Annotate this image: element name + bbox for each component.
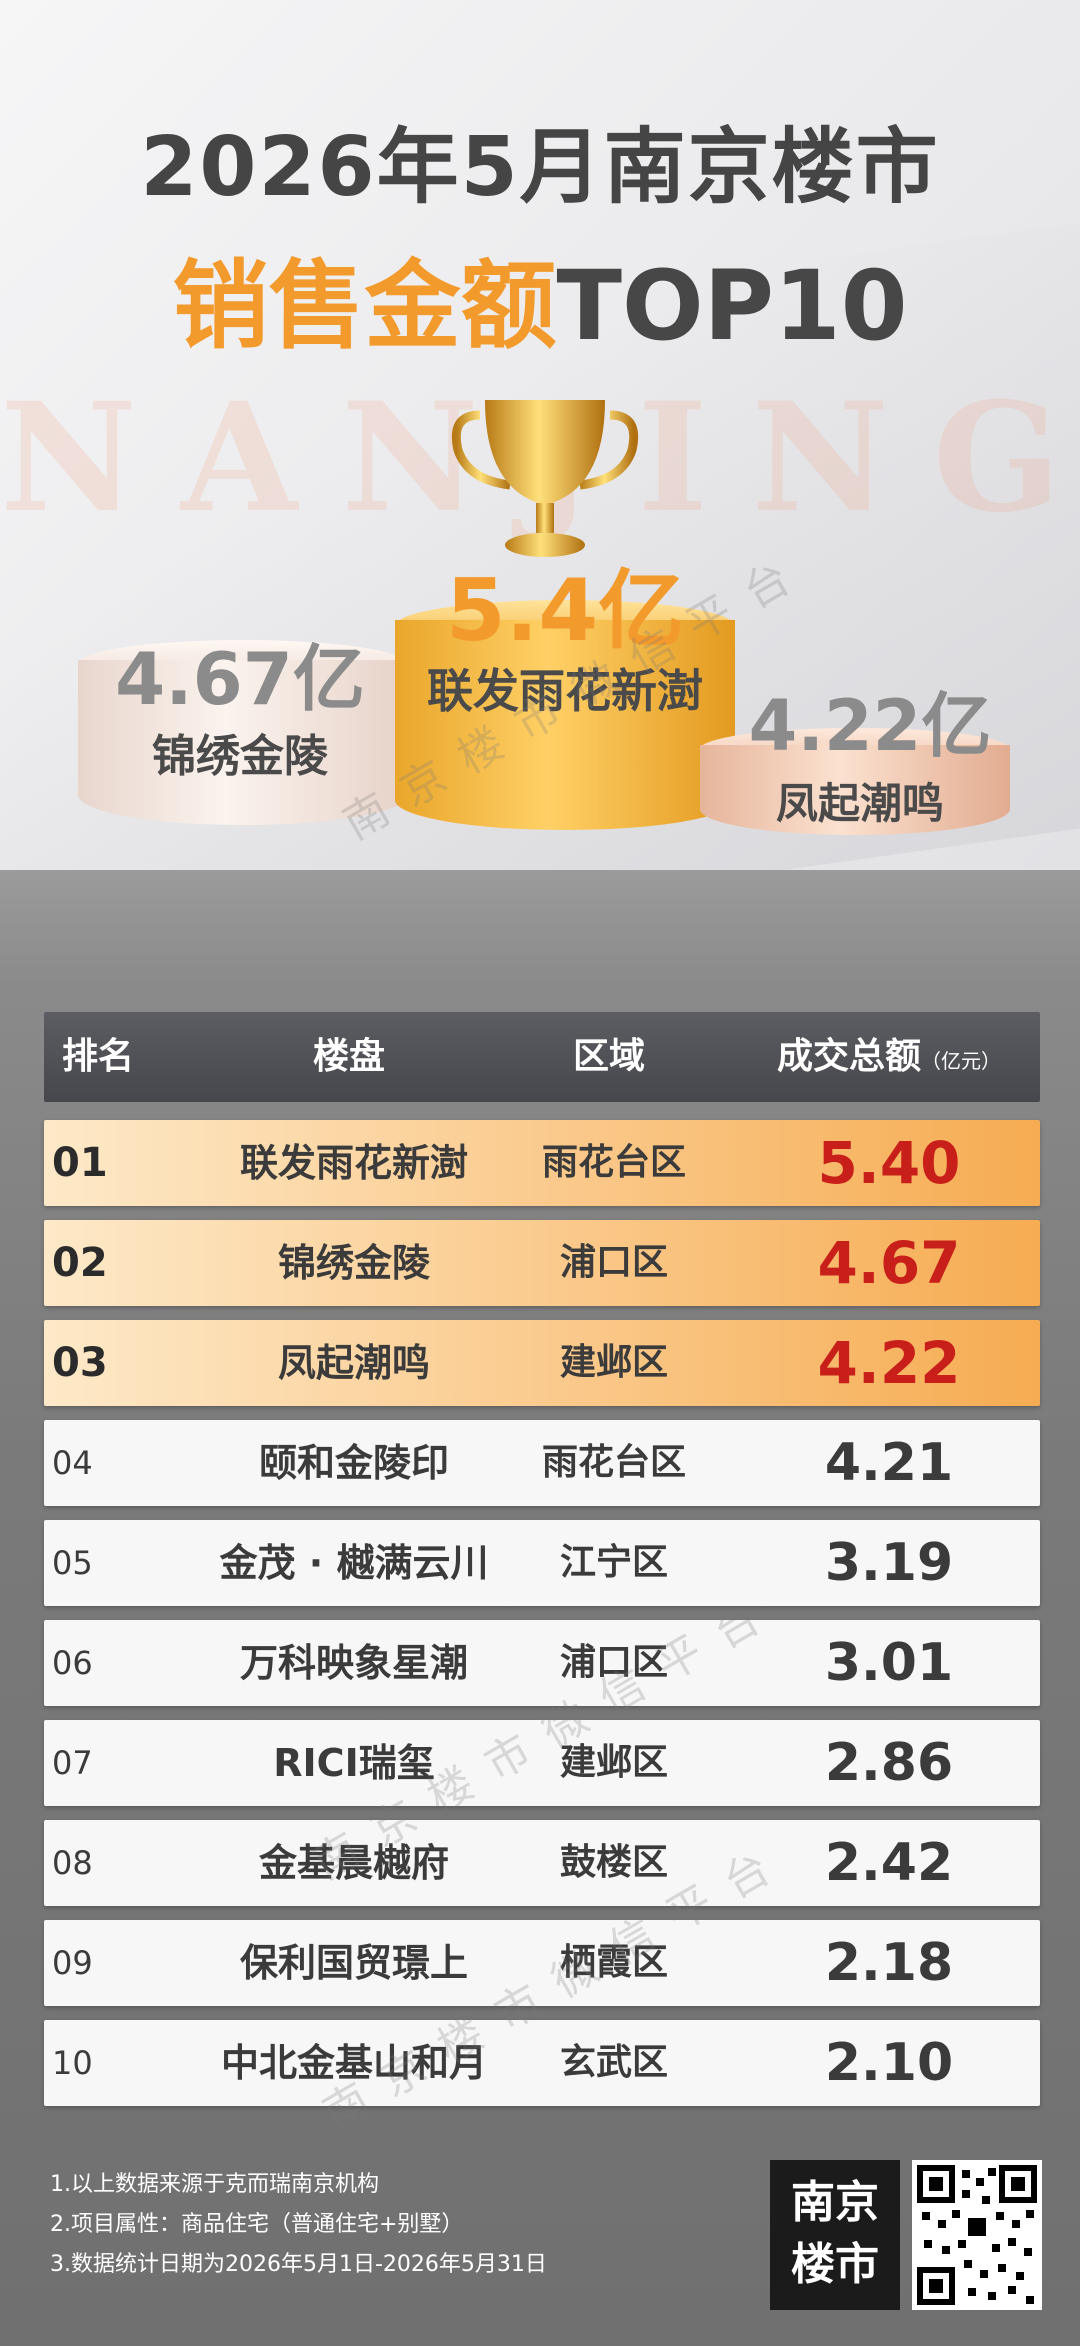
row-area: 浦口区 xyxy=(559,1242,668,1283)
footnote: 1.以上数据来源于克而瑞南京机构 xyxy=(50,2172,379,2197)
table-row: 06 万科映象星潮 浦口区 3.01 xyxy=(44,1620,1040,1706)
logo-line-2: 楼市 xyxy=(791,2239,879,2290)
row-name: 万科映象星潮 xyxy=(239,1641,468,1685)
header-amount: 成交总额（亿元） xyxy=(744,1012,1034,1102)
row-amount: 3.01 xyxy=(824,1633,954,1693)
row-name: 凤起潮鸣 xyxy=(277,1341,430,1385)
hero-section: NANJING 2026年5月南京楼市 销售金额TOP10 4.67亿 锦绣金陵… xyxy=(0,0,1080,870)
row-rank: 05 xyxy=(52,1544,93,1582)
table-row: 01 联发雨花新澍 雨花台区 5.40 xyxy=(44,1120,1040,1206)
row-rank: 03 xyxy=(52,1340,108,1386)
row-name: 颐和金陵印 xyxy=(258,1441,449,1485)
row-area: 雨花台区 xyxy=(541,1142,686,1183)
title-line-2: 销售金额TOP10 xyxy=(0,228,1080,367)
row-name: 锦绣金陵 xyxy=(277,1241,430,1285)
row-amount: 2.10 xyxy=(824,2033,954,2093)
row-rank: 04 xyxy=(52,1444,93,1482)
row-area: 雨花台区 xyxy=(541,1442,686,1483)
row-area: 建邺区 xyxy=(559,1342,668,1383)
second-amount: 4.67亿 xyxy=(115,637,365,721)
table-header: 排名 楼盘 区域 成交总额（亿元） xyxy=(44,1012,1040,1102)
logo-line-1: 南京 xyxy=(791,2177,879,2228)
table-row: 04 颐和金陵印 雨花台区 4.21 xyxy=(44,1420,1040,1506)
header-amount-label: 成交总额 xyxy=(776,1036,921,1077)
title-highlight: 销售金额 xyxy=(172,250,557,362)
row-rank: 07 xyxy=(52,1744,93,1782)
row-amount: 4.21 xyxy=(824,1433,954,1493)
row-name: 金茂 · 樾满云川 xyxy=(219,1541,489,1585)
title-line-1: 2026年5月南京楼市 xyxy=(140,120,940,215)
third-name: 凤起潮鸣 xyxy=(775,779,944,828)
row-rank: 02 xyxy=(52,1240,108,1286)
row-area: 玄武区 xyxy=(559,2042,668,2083)
table-row: 10 中北金基山和月 玄武区 2.10 xyxy=(44,2020,1040,2106)
footnotes: 1.以上数据来源于克而瑞南京机构 2.项目属性：商品住宅（普通住宅+别墅） 3.… xyxy=(50,2165,750,2285)
row-amount: 3.19 xyxy=(824,1533,954,1593)
second-name: 锦绣金陵 xyxy=(152,731,328,782)
header-rank: 排名 xyxy=(62,1036,135,1077)
header-area: 区域 xyxy=(572,1036,645,1077)
table-row: 05 金茂 · 樾满云川 江宁区 3.19 xyxy=(44,1520,1040,1606)
row-rank: 10 xyxy=(52,2044,93,2082)
row-amount: 4.22 xyxy=(817,1329,961,1397)
table-row: 02 锦绣金陵 浦口区 4.67 xyxy=(44,1220,1040,1306)
row-rank: 09 xyxy=(52,1944,93,1982)
header-unit: （亿元） xyxy=(921,1049,1001,1073)
row-area: 江宁区 xyxy=(559,1542,668,1583)
third-amount: 4.22亿 xyxy=(748,685,992,767)
row-rank: 06 xyxy=(52,1644,93,1682)
row-amount: 2.86 xyxy=(824,1733,954,1793)
row-rank: 01 xyxy=(52,1140,108,1186)
table-row: 03 凤起潮鸣 建邺区 4.22 xyxy=(44,1320,1040,1406)
footnote: 2.项目属性：商品住宅（普通住宅+别墅） xyxy=(50,2212,464,2237)
row-rank: 08 xyxy=(52,1844,93,1882)
brand-logo: 南京 楼市 xyxy=(770,2160,900,2310)
row-amount: 5.40 xyxy=(817,1129,961,1197)
header-name: 楼盘 xyxy=(312,1036,385,1077)
row-amount: 2.18 xyxy=(824,1933,954,1993)
title-top10: TOP10 xyxy=(556,250,908,362)
table-row: 08 金基晨樾府 鼓楼区 2.42 xyxy=(44,1820,1040,1906)
qr-code-icon[interactable] xyxy=(912,2160,1042,2310)
footnote: 3.数据统计日期为2026年5月1日-2026年5月31日 xyxy=(50,2252,547,2277)
row-name: 联发雨花新澍 xyxy=(239,1141,468,1185)
row-amount: 4.67 xyxy=(817,1229,961,1297)
